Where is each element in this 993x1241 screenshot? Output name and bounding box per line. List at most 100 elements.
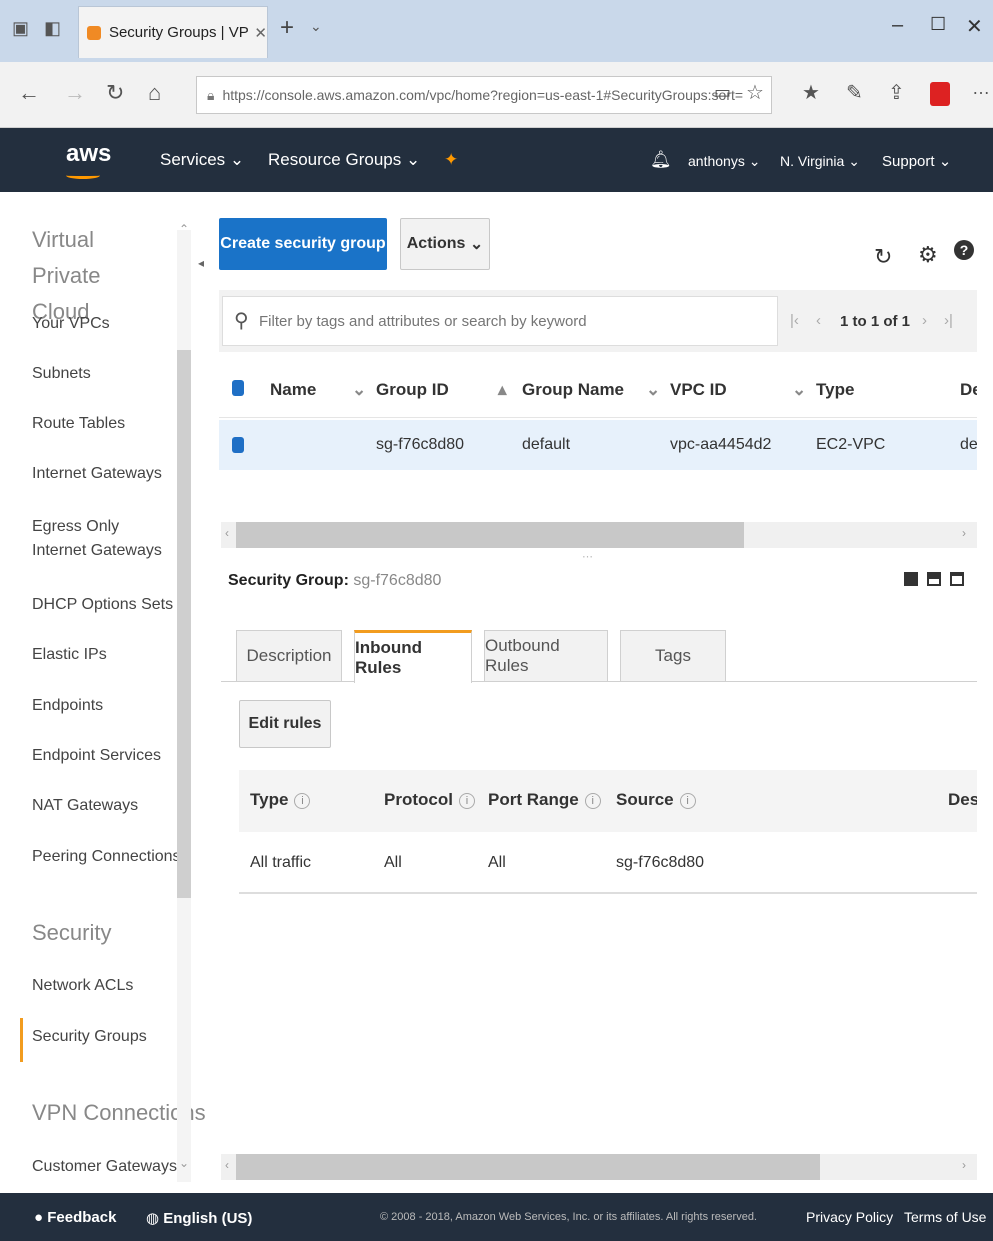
sort-vpc-id-icon[interactable]: ⌄: [792, 380, 806, 400]
info-icon[interactable]: i: [679, 792, 696, 809]
edit-rules-button[interactable]: Edit rules: [239, 700, 331, 748]
browser-tab-strip: ▣ ◧ Security Groups | VPC N ✕ + ⌄ – ☐ ✕: [0, 0, 993, 62]
detail-hscrollbar-thumb[interactable]: [236, 1154, 820, 1180]
address-bar-row: ← → ↻ ⌂ 🔒︎ https://console.aws.amazon.co…: [0, 62, 993, 128]
back-arrow-icon[interactable]: ←: [18, 80, 40, 106]
region-menu[interactable]: N. Virginia ⌄: [780, 153, 860, 170]
column-header-type[interactable]: Type: [816, 380, 854, 400]
table-row: [239, 832, 977, 894]
sidebar-item-customer-gateways[interactable]: Customer Gateways: [32, 1158, 177, 1176]
scroll-right-icon[interactable]: ›: [962, 1158, 966, 1172]
resource-groups-menu[interactable]: Resource Groups ⌄: [268, 150, 420, 170]
sidebar-item-elastic-ips[interactable]: Elastic IPs: [32, 646, 107, 664]
tab-description[interactable]: Description: [236, 630, 342, 682]
filter-input[interactable]: [222, 296, 778, 346]
prev-page-icon[interactable]: ‹: [816, 312, 821, 329]
close-window-icon[interactable]: ✕: [966, 14, 983, 39]
forward-arrow-icon[interactable]: →: [64, 80, 86, 106]
column-header-group-id[interactable]: Group ID: [376, 380, 449, 400]
reading-view-icon[interactable]: ▭: [714, 82, 731, 103]
scroll-left-icon[interactable]: ‹: [225, 526, 229, 540]
minimize-icon[interactable]: –: [892, 14, 903, 37]
tab-list-chevron-icon[interactable]: ⌄: [310, 18, 322, 35]
favorite-star-icon[interactable]: ☆: [746, 80, 764, 105]
scroll-down-icon[interactable]: ⌄: [179, 1156, 189, 1170]
sort-group-name-icon[interactable]: ⌄: [646, 380, 660, 400]
column-header-name[interactable]: Name: [270, 380, 316, 400]
rule-header-description: Desc: [948, 790, 977, 809]
info-icon[interactable]: i: [584, 792, 601, 809]
first-page-icon[interactable]: |‹: [790, 312, 799, 329]
sidebar-item-your-vpcs[interactable]: Your VPCs: [32, 315, 110, 333]
tab-title: Security Groups | VPC N: [108, 24, 249, 41]
tab-tags[interactable]: Tags: [620, 630, 726, 682]
next-page-icon[interactable]: ›: [922, 312, 927, 329]
column-header-vpc-id[interactable]: VPC ID: [670, 380, 727, 400]
bell-icon[interactable]: 🔔︎: [650, 150, 672, 170]
sidebar-item-egress-only-internet-gateways[interactable]: Egress Only Internet Gateways: [32, 515, 167, 563]
refresh-icon[interactable]: ↻: [106, 80, 124, 106]
browser-tab[interactable]: Security Groups | VPC N ✕: [78, 6, 268, 58]
sidebar-item-peering-connections[interactable]: Peering Connections: [32, 848, 181, 866]
terms-of-use-link[interactable]: Terms of Use: [904, 1209, 986, 1225]
sidebar-scrollbar-thumb[interactable]: [177, 350, 191, 898]
feedback-link[interactable]: ● Feedback: [34, 1209, 116, 1226]
rule-cell-port-range: All: [488, 854, 506, 871]
refresh-icon[interactable]: ↻: [874, 244, 892, 270]
tab-outbound-rules[interactable]: Outbound Rules: [484, 630, 608, 682]
table-hscrollbar-thumb[interactable]: [236, 522, 744, 548]
privacy-policy-link[interactable]: Privacy Policy: [806, 1209, 893, 1225]
more-menu-icon[interactable]: …: [972, 78, 990, 99]
layout-bottom-icon[interactable]: [950, 572, 964, 586]
sidebar-item-security-groups[interactable]: Security Groups: [32, 1028, 147, 1046]
collapse-sidebar-icon[interactable]: ◂: [198, 256, 204, 270]
settings-gear-icon[interactable]: ⚙: [918, 242, 938, 268]
share-icon[interactable]: ⇪: [888, 80, 905, 105]
create-security-group-button[interactable]: Create security group: [219, 218, 387, 270]
info-icon[interactable]: i: [458, 792, 475, 809]
sidebar-item-internet-gateways[interactable]: Internet Gateways: [32, 465, 162, 483]
scroll-left-icon[interactable]: ‹: [225, 1158, 229, 1172]
sidebar-item-subnets[interactable]: Subnets: [32, 365, 91, 383]
maximize-icon[interactable]: ☐: [930, 14, 946, 35]
globe-icon: ◍: [146, 1210, 160, 1227]
sidebar-item-dhcp-options-sets[interactable]: DHCP Options Sets: [32, 596, 173, 614]
url-field[interactable]: 🔒︎ https://console.aws.amazon.com/vpc/ho…: [196, 76, 772, 114]
layout-split-icon[interactable]: [927, 572, 941, 586]
sidebar-item-network-acls[interactable]: Network ACLs: [32, 977, 133, 995]
select-all-checkbox[interactable]: [232, 380, 244, 396]
extension-icon[interactable]: [930, 82, 950, 106]
scroll-right-icon[interactable]: ›: [962, 526, 966, 540]
sidebar-item-endpoint-services[interactable]: Endpoint Services: [32, 747, 161, 765]
close-tab-icon[interactable]: ✕: [254, 24, 267, 42]
last-page-icon[interactable]: ›|: [944, 312, 953, 329]
column-header-description[interactable]: De: [960, 380, 977, 400]
favorites-hub-icon[interactable]: ★: [802, 80, 820, 105]
row-checkbox[interactable]: [232, 437, 244, 453]
resize-handle[interactable]: ⋯: [582, 550, 595, 563]
help-icon[interactable]: ?: [954, 240, 974, 260]
tab-inbound-rules[interactable]: Inbound Rules: [354, 630, 472, 683]
sidebar-item-route-tables[interactable]: Route Tables: [32, 415, 125, 433]
services-menu[interactable]: Services ⌄: [160, 150, 244, 170]
sort-name-icon[interactable]: ⌄: [352, 380, 366, 400]
aws-logo[interactable]: aws: [66, 140, 111, 168]
pin-icon[interactable]: ✦: [444, 150, 458, 170]
sidebar-item-nat-gateways[interactable]: NAT Gateways: [32, 797, 138, 815]
web-note-icon[interactable]: ✎: [846, 80, 863, 105]
actions-button[interactable]: Actions ⌄: [400, 218, 490, 270]
support-menu[interactable]: Support ⌄: [882, 152, 951, 170]
back-tabs-icon[interactable]: ◧: [44, 18, 61, 39]
home-icon[interactable]: ⌂: [148, 80, 161, 106]
sort-group-id-icon[interactable]: ▴: [498, 380, 507, 400]
layout-full-icon[interactable]: [904, 572, 918, 586]
user-menu[interactable]: anthonys ⌄: [688, 153, 760, 170]
language-selector[interactable]: ◍ English (US): [146, 1209, 252, 1227]
column-header-group-name[interactable]: Group Name: [522, 380, 624, 400]
aws-smile-icon: [66, 172, 100, 179]
sidebar-item-endpoints[interactable]: Endpoints: [32, 697, 103, 715]
info-icon[interactable]: i: [294, 792, 311, 809]
scroll-up-icon[interactable]: ⌃: [179, 222, 189, 236]
tab-manager-icon[interactable]: ▣: [12, 18, 29, 39]
new-tab-icon[interactable]: +: [280, 14, 294, 42]
